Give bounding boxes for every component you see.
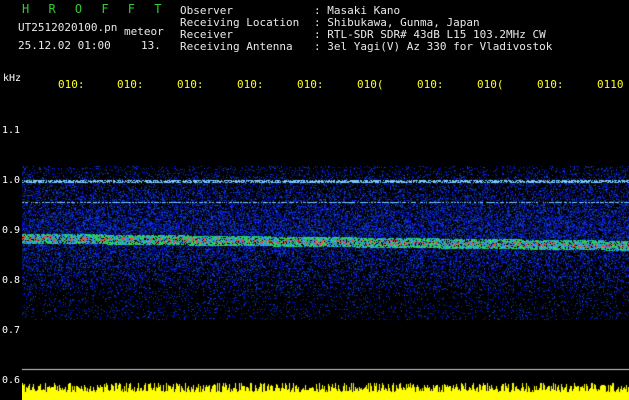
time-tick: 010:: [297, 78, 324, 91]
location-label: Receiving Location: [180, 16, 300, 29]
time-tick: 010(: [357, 78, 384, 91]
spectrogram-plot: [22, 90, 629, 400]
time-tick: 010:: [417, 78, 444, 91]
y-tick: 0.9: [2, 225, 21, 236]
meteor-label: meteor: [124, 25, 164, 38]
receiver-value: : RTL-SDR SDR# 43dB L15 103.2MHz CW: [314, 28, 546, 41]
meteor-count: 13.: [141, 39, 161, 52]
y-tick: 0.8: [2, 275, 21, 286]
time-tick: 010:: [537, 78, 564, 91]
y-tick: 0.6: [2, 375, 21, 386]
time-tick: 010:: [58, 78, 85, 91]
antenna-label: Receiving Antenna: [180, 40, 293, 53]
time-tick: 010:: [237, 78, 264, 91]
time-tick: 010:: [177, 78, 204, 91]
y-tick: 0.7: [2, 325, 21, 336]
spectrogram-canvas: [22, 90, 629, 400]
receiver-label: Receiver: [180, 28, 233, 41]
time-tick: 0110: [597, 78, 624, 91]
y-tick: 1.1: [2, 125, 21, 136]
time-tick: 010(: [477, 78, 504, 91]
location-value: : Shibukawa, Gunma, Japan: [314, 16, 480, 29]
observer-value: : Masaki Kano: [314, 4, 401, 17]
antenna-value: : 3el Yagi(V) Az 330 for Vladivostok: [314, 40, 553, 53]
date-time: 25.12.02 01:00: [18, 39, 111, 52]
time-tick: 010:: [117, 78, 144, 91]
y-axis-unit: kHz: [3, 73, 22, 84]
file-name: UT2512020100.pn: [18, 21, 118, 34]
brand-title: H R O F F T: [22, 2, 168, 16]
observer-label: Observer: [180, 4, 233, 17]
y-tick: 1.0: [2, 175, 21, 186]
